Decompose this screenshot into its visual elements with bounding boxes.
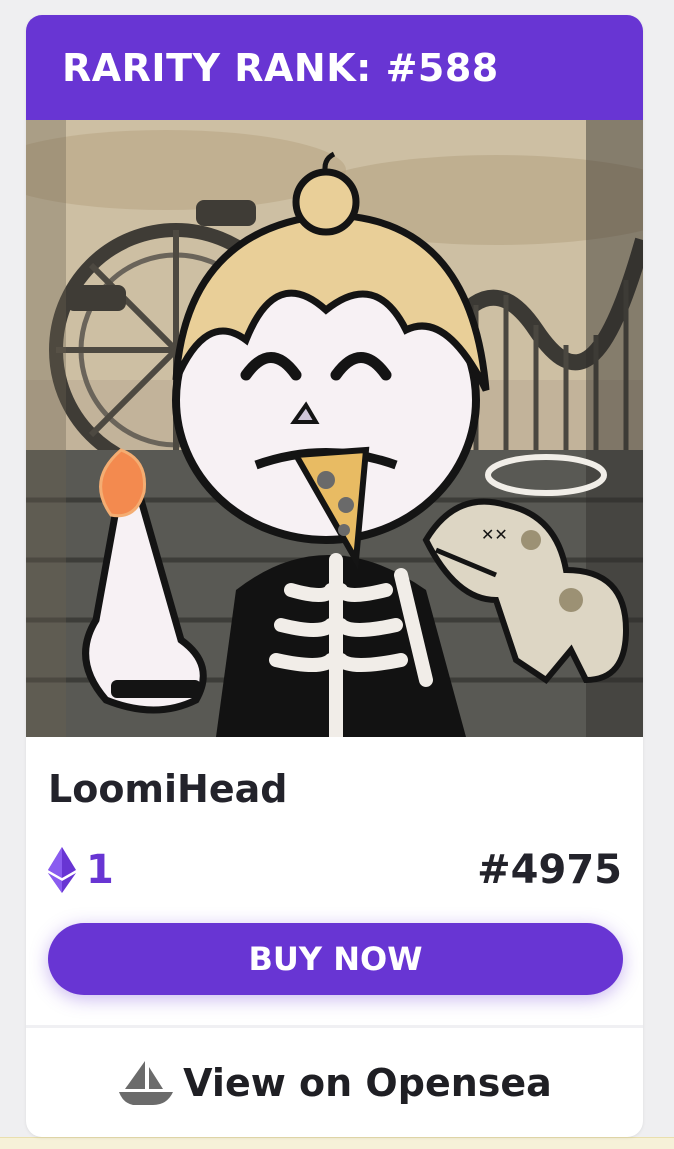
- svg-text:✕✕: ✕✕: [481, 525, 508, 544]
- price-row: 1 #4975: [48, 845, 622, 895]
- page-bottom-strip: [0, 1137, 674, 1149]
- nft-artwork-image: ✕✕: [26, 120, 643, 737]
- buy-now-button[interactable]: BUY NOW: [48, 923, 623, 995]
- opensea-ship-icon: [119, 1060, 174, 1105]
- token-id: #4975: [477, 847, 622, 893]
- nft-card: RARITY RANK: #588 ✕✕ LoomiHead 1 #4975 B…: [26, 15, 643, 1137]
- card-info: LoomiHead 1 #4975 BUY NOW: [26, 767, 643, 995]
- price-value: 1: [86, 847, 114, 893]
- nft-name: LoomiHead: [48, 767, 288, 811]
- opensea-link-label: View on Opensea: [183, 1060, 552, 1105]
- rarity-rank-header: RARITY RANK: #588: [26, 15, 643, 120]
- ethereum-icon: [48, 847, 76, 893]
- price: 1: [48, 847, 114, 893]
- rarity-rank-label: RARITY RANK: #588: [62, 45, 499, 90]
- view-on-opensea-link[interactable]: View on Opensea: [26, 1028, 643, 1137]
